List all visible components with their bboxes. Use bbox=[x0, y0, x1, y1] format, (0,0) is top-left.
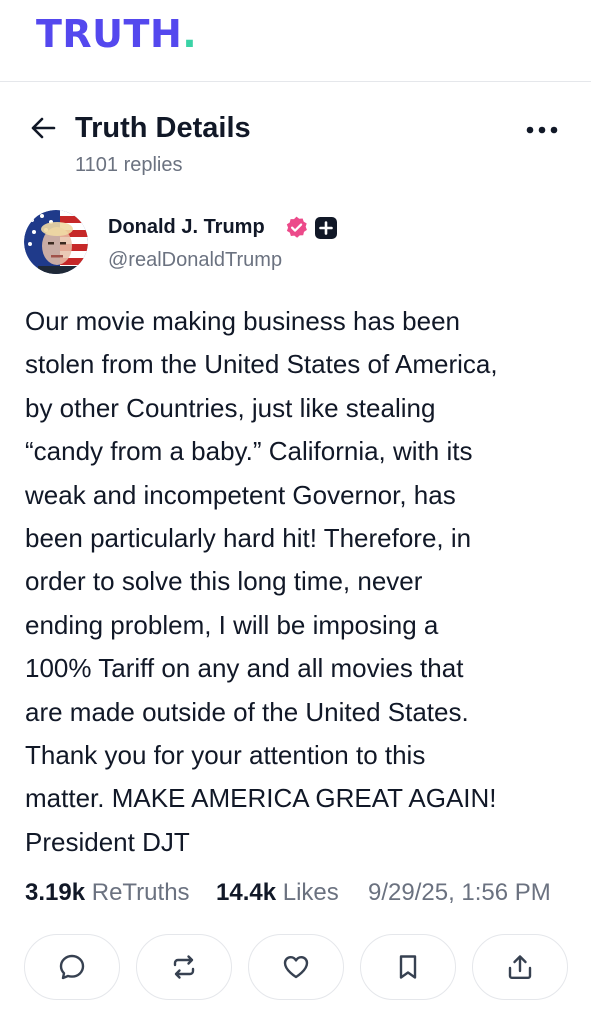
comment-icon bbox=[59, 954, 85, 980]
bookmark-icon bbox=[399, 955, 417, 979]
author-handle[interactable]: @realDonaldTrump bbox=[108, 247, 282, 273]
logo-dot: . bbox=[182, 12, 198, 56]
likes-label: Likes bbox=[282, 879, 339, 906]
page-header: Truth Details 1101 replies bbox=[0, 100, 591, 190]
retruths-label: ReTruths bbox=[91, 879, 190, 906]
post-text: Our movie making business has been stole… bbox=[25, 306, 498, 857]
heart-icon bbox=[283, 956, 309, 979]
reply-count: 1101 replies bbox=[75, 154, 183, 176]
bookmark-button[interactable] bbox=[360, 934, 456, 1000]
like-button[interactable] bbox=[248, 934, 344, 1000]
author-row: Donald J. Trump @realDonaldTrump bbox=[0, 206, 591, 276]
more-options-button[interactable] bbox=[520, 118, 564, 142]
likes-stat[interactable]: 14.4k Likes bbox=[216, 873, 339, 913]
share-icon bbox=[508, 955, 532, 979]
post-timestamp: 9/29/25, 1:56 PM bbox=[368, 879, 551, 906]
plus-badge-icon bbox=[315, 217, 337, 239]
page-title: Truth Details bbox=[75, 112, 251, 144]
author-name[interactable]: Donald J. Trump bbox=[108, 214, 265, 240]
retruth-button[interactable] bbox=[136, 934, 232, 1000]
retruths-stat[interactable]: 3.19k ReTruths bbox=[25, 873, 190, 913]
top-bar: TRUTH. bbox=[0, 0, 591, 82]
likes-count: 14.4k bbox=[216, 879, 277, 906]
reply-button[interactable] bbox=[24, 934, 120, 1000]
retruths-count: 3.19k bbox=[25, 879, 86, 906]
share-button[interactable] bbox=[472, 934, 568, 1000]
back-button[interactable] bbox=[26, 113, 60, 143]
logo-text: TRUTH bbox=[36, 12, 183, 56]
post-stats: 3.19k ReTruths 14.4k Likes 9/29/25, 1:56… bbox=[25, 873, 585, 913]
avatar[interactable] bbox=[24, 210, 88, 274]
repost-icon bbox=[173, 955, 195, 979]
arrow-left-icon bbox=[31, 117, 56, 139]
action-bar bbox=[0, 934, 591, 1002]
verified-badge-icon bbox=[286, 216, 307, 238]
more-horizontal-icon bbox=[526, 126, 558, 134]
truth-logo[interactable]: TRUTH. bbox=[36, 12, 197, 56]
